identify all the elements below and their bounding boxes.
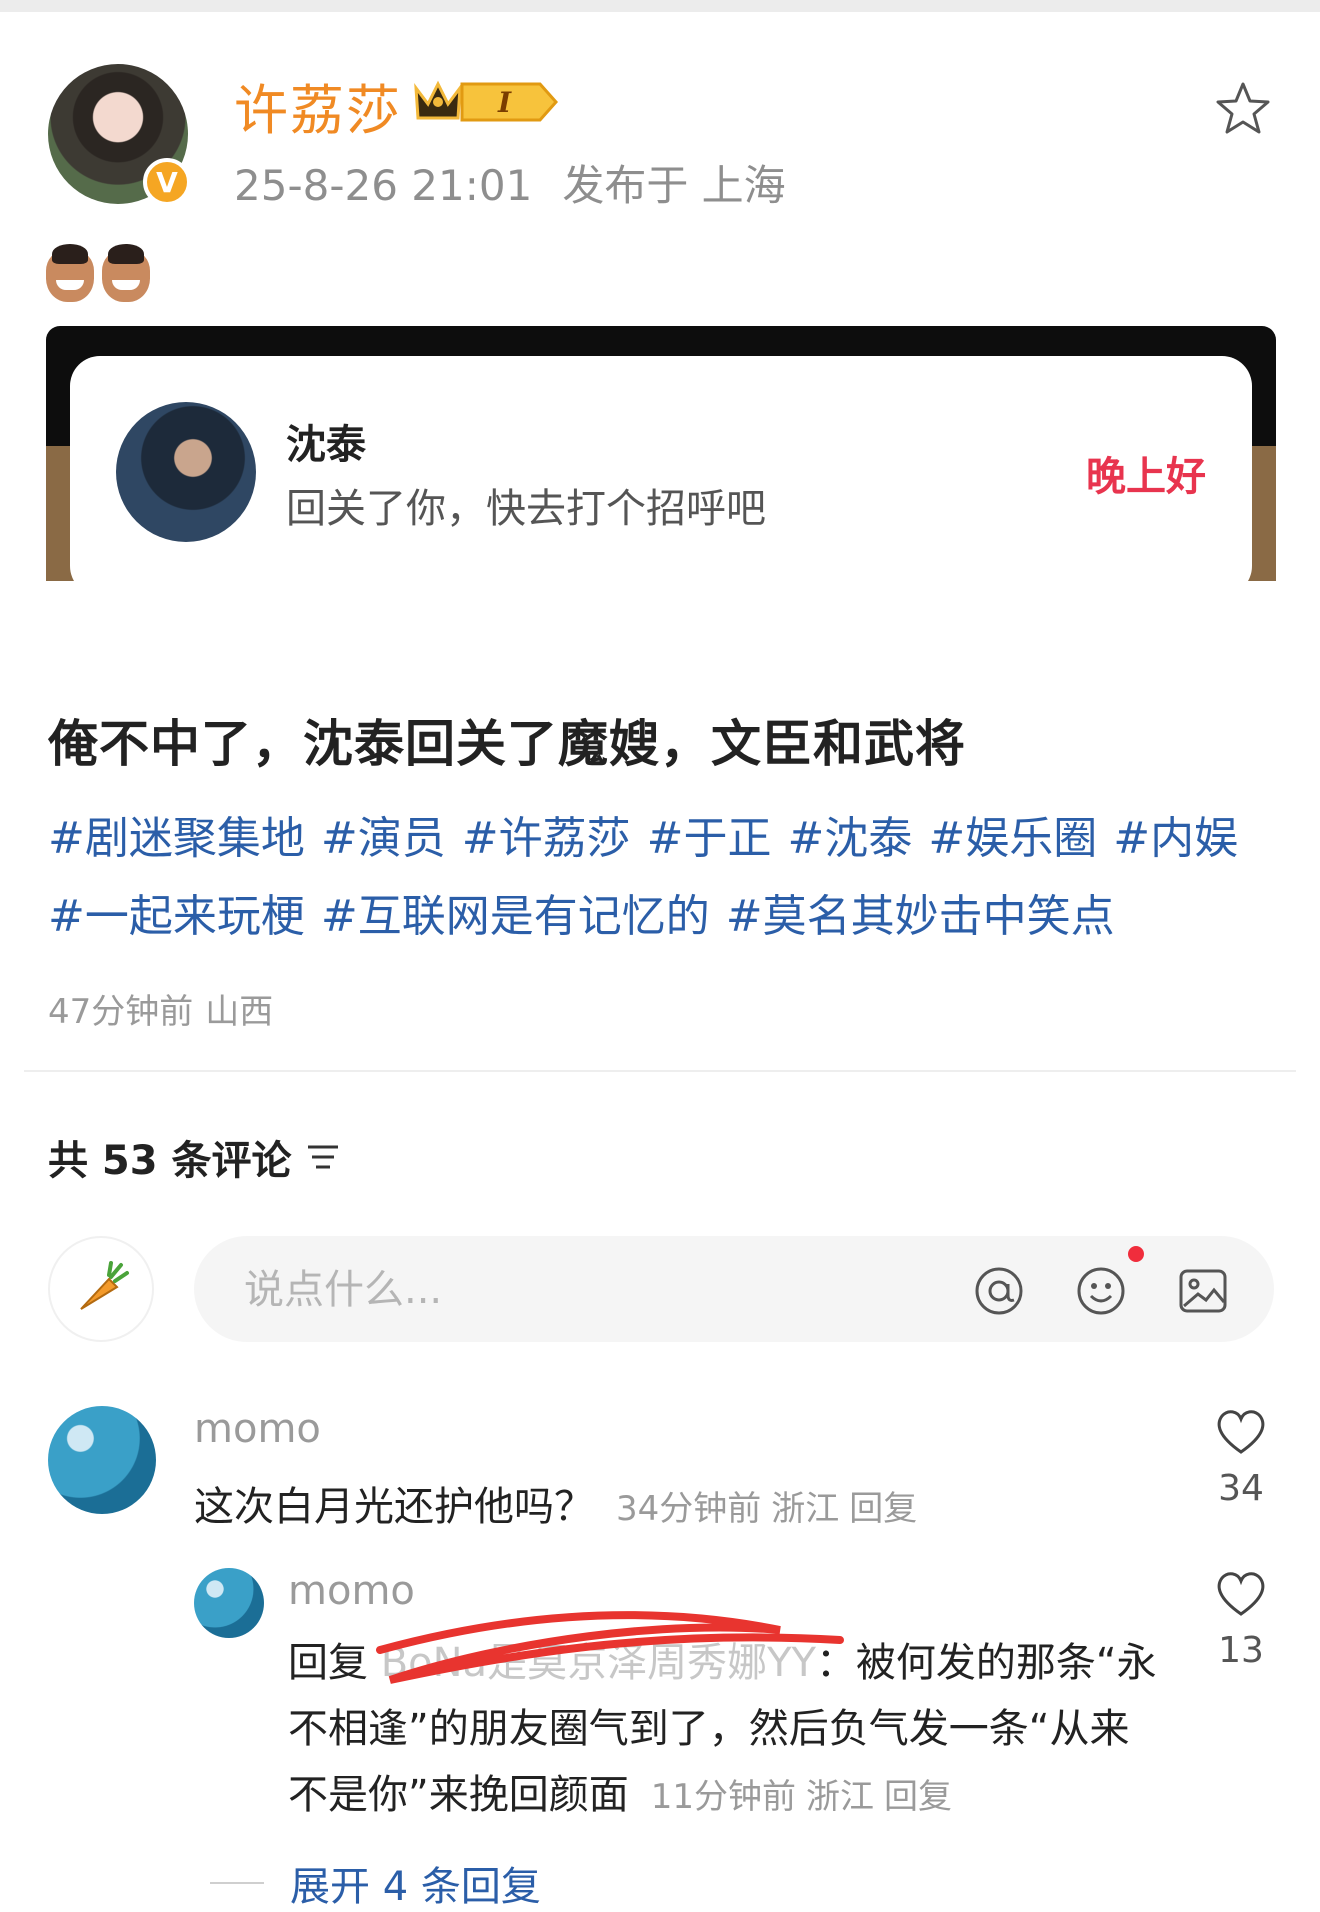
emoji-row bbox=[46, 244, 150, 302]
reply-prefix: 回复 bbox=[288, 1640, 368, 1686]
commenter-avatar[interactable] bbox=[194, 1568, 264, 1638]
post-time: 25-8-26 21:01 发布于 上海 bbox=[234, 152, 786, 213]
like-button[interactable]: 34 bbox=[1206, 1406, 1276, 1509]
hashtag-list: #剧迷聚集地 #演员 #许荔莎 #于正 #沈泰 #娱乐圈 #内娱 #一起来玩梗 #互联网是有记忆… bbox=[48, 800, 1258, 956]
commenter-name[interactable]: momo bbox=[288, 1568, 415, 1614]
follower-name: 沈泰 bbox=[286, 422, 366, 468]
comment-time: 34分钟前 bbox=[616, 1489, 762, 1529]
filter-icon[interactable] bbox=[306, 1143, 340, 1171]
star-icon[interactable] bbox=[1212, 78, 1274, 140]
post-date: 25-8-26 21:01 bbox=[234, 161, 533, 210]
hashtag[interactable]: #剧迷聚集地 bbox=[48, 813, 305, 864]
post-location: 发布于 上海 bbox=[562, 161, 786, 210]
comment-location: 浙江 bbox=[806, 1777, 874, 1817]
emoji-icon[interactable] bbox=[1074, 1264, 1128, 1318]
hashtag[interactable]: #沈泰 bbox=[788, 813, 913, 864]
crown-icon: I bbox=[414, 80, 559, 122]
follow-message: 回关了你，快去打个招呼吧 bbox=[286, 486, 766, 532]
author-name[interactable]: 许荔莎 bbox=[234, 66, 402, 145]
greeting-button: 晚上好 bbox=[1086, 454, 1206, 500]
my-avatar[interactable] bbox=[48, 1236, 154, 1342]
post-text: 俺不中了，沈泰回关了魔嫂，文臣和武将 bbox=[48, 715, 966, 773]
comment-location: 浙江 bbox=[771, 1489, 840, 1529]
comment-meta: 11分钟前 浙江 回复 bbox=[651, 1777, 952, 1817]
hashtag[interactable]: #莫名其妙击中笑点 bbox=[726, 891, 1115, 942]
hashtag[interactable]: #互联网是有记忆的 bbox=[321, 891, 710, 942]
image-icon[interactable] bbox=[1176, 1264, 1230, 1318]
hashtag[interactable]: #许荔莎 bbox=[462, 813, 631, 864]
emoji-icon bbox=[46, 244, 94, 302]
reply-button[interactable]: 回复 bbox=[884, 1777, 952, 1817]
comment-input-box[interactable] bbox=[194, 1236, 1274, 1344]
expand-label: 展开 4 条回复 bbox=[290, 1864, 541, 1910]
hashtag[interactable]: #演员 bbox=[321, 813, 446, 864]
carrot-icon bbox=[80, 1261, 129, 1310]
like-count: 13 bbox=[1218, 1630, 1264, 1671]
comment-text: 这次白月光还护他吗？ 34分钟前 浙江 回复 bbox=[194, 1474, 917, 1532]
comment-body: 这次白月光还护他吗？ bbox=[194, 1484, 594, 1530]
like-count: 34 bbox=[1218, 1468, 1264, 1509]
comment-input[interactable] bbox=[242, 1236, 946, 1344]
hashtag[interactable]: #内娱 bbox=[1113, 813, 1238, 864]
top-bar bbox=[0, 0, 1320, 12]
meta-time: 47分钟前 bbox=[48, 992, 194, 1032]
commenter-name[interactable]: momo bbox=[194, 1406, 321, 1452]
comment-time: 11分钟前 bbox=[650, 1777, 796, 1817]
post-image[interactable]: 沈泰 回关了你，快去打个招呼吧 晚上好 bbox=[46, 326, 1276, 581]
hashtag[interactable]: #一起来玩梗 bbox=[48, 891, 305, 942]
reply-button[interactable]: 回复 bbox=[849, 1489, 917, 1529]
comment-meta: 34分钟前 浙江 回复 bbox=[616, 1489, 917, 1529]
emoji-icon bbox=[102, 244, 150, 302]
comment-text: 回复 BoNa是莫京泽周秀娜YY：被何发的那条“永不相逢”的朋友圈气到了，然后负… bbox=[288, 1630, 1168, 1830]
divider bbox=[210, 1882, 264, 1884]
meta-location: 山西 bbox=[205, 992, 274, 1032]
divider bbox=[24, 1070, 1296, 1072]
like-button[interactable]: 13 bbox=[1206, 1568, 1276, 1671]
heart-icon bbox=[1217, 1410, 1265, 1454]
redacted-name[interactable]: BoNa是莫京泽周秀娜YY bbox=[381, 1640, 816, 1686]
notification-dot bbox=[1128, 1246, 1144, 1262]
commenter-avatar[interactable] bbox=[48, 1406, 156, 1514]
post-meta: 47分钟前 山西 bbox=[48, 984, 273, 1033]
hashtag[interactable]: #于正 bbox=[647, 813, 772, 864]
vip-level: I bbox=[497, 86, 512, 119]
at-icon[interactable] bbox=[972, 1264, 1026, 1318]
notification-card: 沈泰 回关了你，快去打个招呼吧 晚上好 bbox=[70, 356, 1252, 581]
hashtag[interactable]: #娱乐圈 bbox=[928, 813, 1097, 864]
heart-icon bbox=[1217, 1572, 1265, 1616]
comment-count-header[interactable]: 共 53 条评论 bbox=[48, 1128, 340, 1186]
verified-icon: V bbox=[143, 158, 191, 206]
follower-avatar bbox=[116, 402, 256, 542]
comment-count: 共 53 条评论 bbox=[48, 1138, 292, 1184]
expand-replies[interactable]: 展开 4 条回复 bbox=[210, 1854, 541, 1912]
